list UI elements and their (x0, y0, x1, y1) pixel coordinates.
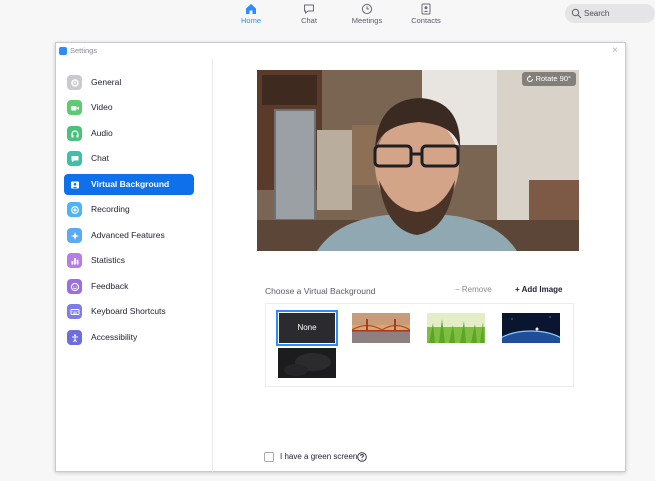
rotate-label: Rotate 90° (535, 74, 571, 83)
search-icon (571, 8, 582, 19)
sidebar-item-label: Virtual Background (91, 179, 170, 189)
minus-icon: − (455, 285, 460, 294)
record-icon (67, 202, 82, 217)
green-screen-label: I have a green screen (280, 452, 358, 461)
sidebar-item-label: Statistics (91, 255, 126, 265)
settings-window: Settings × General Video Audio Chat Virt… (55, 42, 626, 472)
window-title: Settings (70, 46, 98, 55)
clock-icon (361, 3, 373, 15)
sidebar-item-label: Recording (91, 204, 130, 214)
bar-chart-icon (67, 253, 82, 268)
grass-thumbnail[interactable] (427, 313, 485, 343)
sidebar-item-advanced-features[interactable]: Advanced Features (64, 225, 194, 246)
sidebar-item-audio[interactable]: Audio (64, 123, 194, 144)
sidebar-item-label: Accessibility (91, 332, 138, 342)
sidebar-item-label: General (91, 77, 122, 87)
settings-sidebar: General Video Audio Chat Virtual Backgro… (56, 59, 213, 472)
search-placeholder: Search (584, 9, 610, 18)
sidebar-item-label: Keyboard Shortcuts (91, 306, 166, 316)
sidebar-item-accessibility[interactable]: Accessibility (64, 327, 194, 348)
sidebar-item-chat[interactable]: Chat (64, 148, 194, 169)
background-none-thumbnail[interactable]: None (276, 310, 338, 346)
nav-meetings-label: Meetings (351, 16, 383, 25)
nav-contacts-label: Contacts (411, 16, 441, 25)
top-nav-bar: Home Chat Meetings Contacts Search (0, 0, 655, 30)
sidebar-item-label: Chat (91, 153, 109, 163)
gear-icon (67, 75, 82, 90)
plus-icon: + (515, 285, 520, 294)
rotate-button[interactable]: Rotate 90° (522, 72, 576, 86)
sidebar-item-statistics[interactable]: Statistics (64, 250, 194, 271)
sidebar-item-feedback[interactable]: Feedback (64, 276, 194, 297)
chat-bubble-icon (67, 151, 82, 166)
sidebar-item-label: Video (91, 102, 113, 112)
headphones-icon (67, 126, 82, 141)
help-icon[interactable] (357, 452, 367, 462)
smiley-icon (67, 279, 82, 294)
camera-preview-image (257, 70, 579, 251)
sidebar-item-label: Advanced Features (91, 230, 165, 240)
contacts-icon (421, 3, 431, 15)
accessibility-icon (67, 330, 82, 345)
home-icon (246, 4, 256, 14)
sidebar-item-label: Audio (91, 128, 113, 138)
sidebar-item-recording[interactable]: Recording (64, 199, 194, 220)
add-image-label: Add Image (521, 285, 563, 294)
golden-gate-bridge-thumbnail[interactable] (352, 313, 410, 343)
nav-meetings-tab[interactable]: Meetings (337, 3, 397, 25)
sidebar-item-label: Feedback (91, 281, 129, 291)
sparkle-icon (67, 228, 82, 243)
sidebar-item-video[interactable]: Video (64, 97, 194, 118)
remove-label: Remove (461, 285, 492, 294)
video-camera-icon (67, 100, 82, 115)
nav-chat-label: Chat (301, 16, 317, 25)
earth-from-space-thumbnail[interactable] (502, 313, 560, 343)
sidebar-item-general[interactable]: General (64, 72, 194, 93)
zoom-logo-icon (59, 47, 67, 55)
close-icon[interactable]: × (612, 43, 618, 59)
sidebar-item-keyboard-shortcuts[interactable]: Keyboard Shortcuts (64, 301, 194, 322)
add-image-button[interactable]: + Add Image (515, 285, 563, 294)
camera-preview (257, 70, 579, 251)
nav-home-label: Home (240, 16, 261, 25)
nav-chat-tab[interactable]: Chat (279, 3, 339, 25)
nav-home-tab[interactable]: Home (221, 3, 281, 25)
sidebar-item-virtual-background[interactable]: Virtual Background (64, 174, 194, 195)
remove-button[interactable]: − Remove (455, 285, 492, 294)
person-frame-icon (67, 177, 82, 192)
search-box[interactable]: Search (565, 4, 655, 23)
dark-custom-thumbnail[interactable] (278, 348, 336, 378)
keyboard-icon (67, 304, 82, 319)
green-screen-checkbox[interactable] (264, 452, 274, 462)
nav-contacts-tab[interactable]: Contacts (396, 3, 456, 25)
chat-icon (304, 4, 314, 15)
rotate-icon (527, 75, 533, 82)
window-titlebar: Settings × (56, 43, 625, 59)
choose-background-heading: Choose a Virtual Background (265, 286, 376, 296)
